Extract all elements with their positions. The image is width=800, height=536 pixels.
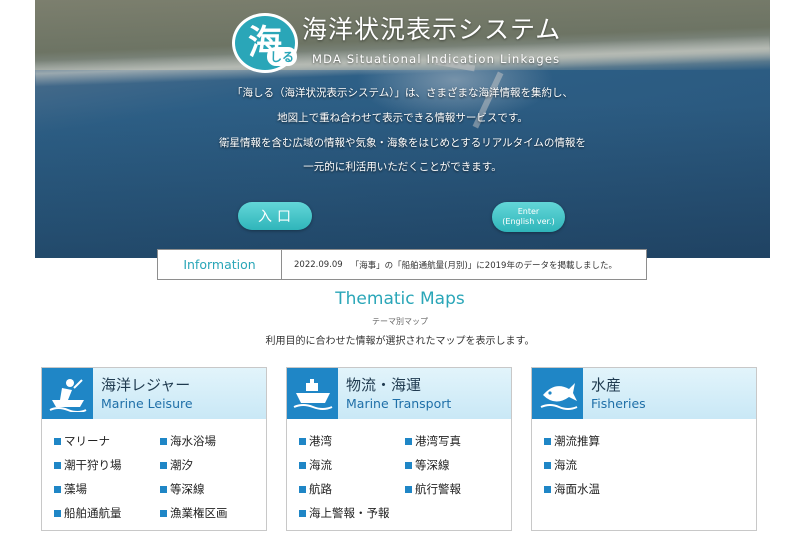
site-subtitle: MDA Situational Indication Linkages xyxy=(312,52,561,66)
card-header[interactable]: 海洋レジャー Marine Leisure xyxy=(42,368,266,419)
link-label: 潮干狩り場 xyxy=(64,458,122,472)
list-item[interactable]: 漁業権区画 xyxy=(160,505,266,521)
logo-kana: しる xyxy=(266,47,297,66)
link-label: 潮流推算 xyxy=(554,434,600,448)
list-item[interactable]: 港湾 xyxy=(299,433,405,449)
list-item[interactable]: マリーナ xyxy=(54,433,160,449)
card-fisheries: 水産 Fisheries 潮流推算 海流 海面水温 xyxy=(531,367,757,531)
intro-line: 「海しる（海洋状況表示システム）」は、さまざまな海洋情報を集約し、 xyxy=(232,87,573,99)
list-item[interactable]: 航路 xyxy=(299,481,405,497)
list-item[interactable]: 藻場 xyxy=(54,481,160,497)
card-title-jp: 海洋レジャー xyxy=(101,376,191,394)
intro-line: 衛星情報を含む広域の情報や気象・海象をはじめとするリアルタイムの情報を xyxy=(219,137,586,149)
card-header[interactable]: 水産 Fisheries xyxy=(532,368,756,419)
site-title: 海洋状況表示システム xyxy=(302,15,562,44)
intro-line: 地図上で重ね合わせて表示できる情報サービスです。 xyxy=(277,112,528,124)
english-enter-label: Enter xyxy=(517,207,540,216)
card-link-list: マリーナ 海水浴場 潮干狩り場 潮汐 藻場 等深線 船舶通航量 漁業権区画 xyxy=(42,419,266,531)
bullet-icon xyxy=(299,461,306,469)
bullet-icon xyxy=(160,461,167,469)
thematic-maps-title: Thematic Maps xyxy=(335,289,465,309)
bullet-icon xyxy=(544,485,551,493)
information-bar: Information 2022.09.09 「海事」の「船舶通航量(月別)」に… xyxy=(157,249,647,280)
link-label: 海水浴場 xyxy=(170,434,216,448)
link-label: 港湾 xyxy=(309,434,332,448)
link-label: 藻場 xyxy=(64,482,87,496)
link-label: 潮汐 xyxy=(170,458,193,472)
card-header[interactable]: 物流・海運 Marine Transport xyxy=(287,368,511,419)
bullet-icon xyxy=(54,509,61,517)
link-label: マリーナ xyxy=(64,434,110,448)
list-item[interactable]: 等深線 xyxy=(405,457,511,473)
intro-line: 一元的に利活用いただくことができます。 xyxy=(303,161,502,173)
bullet-icon xyxy=(405,437,412,445)
list-item[interactable]: 等深線 xyxy=(160,481,266,497)
boat-person-icon xyxy=(42,368,93,419)
card-link-list: 潮流推算 海流 海面水温 xyxy=(532,419,756,507)
list-item[interactable]: 潮干狩り場 xyxy=(54,457,160,473)
enter-button[interactable]: 入口 xyxy=(238,202,312,230)
link-label: 漁業権区画 xyxy=(170,506,228,520)
link-label: 航行警報 xyxy=(415,482,461,496)
card-title-jp: 水産 xyxy=(591,376,622,394)
card-marine-leisure: 海洋レジャー Marine Leisure マリーナ 海水浴場 潮干狩り場 潮汐… xyxy=(41,367,267,531)
bullet-icon xyxy=(299,485,306,493)
list-item[interactable]: 港湾写真 xyxy=(405,433,511,449)
link-label: 等深線 xyxy=(170,482,205,496)
link-label: 海流 xyxy=(554,458,577,472)
link-label: 航路 xyxy=(309,482,332,496)
list-item[interactable]: 海上警報・予報 xyxy=(299,505,405,521)
card-title-jp: 物流・海運 xyxy=(346,376,422,394)
bullet-icon xyxy=(160,509,167,517)
news-item[interactable]: 2022.09.09 「海事」の「船舶通航量(月別)」に2019年のデータを掲載… xyxy=(282,250,646,279)
list-item[interactable]: 潮汐 xyxy=(160,457,266,473)
list-item[interactable]: 航行警報 xyxy=(405,481,511,497)
news-text[interactable]: 「海事」の「船舶通航量(月別)」に2019年のデータを掲載しました。 xyxy=(351,259,617,271)
information-label: Information xyxy=(158,250,282,279)
bullet-icon xyxy=(54,437,61,445)
link-label: 海流 xyxy=(309,458,332,472)
english-enter-button[interactable]: Enter (English ver.) xyxy=(492,202,565,232)
logo[interactable]: 海 しる xyxy=(232,13,298,73)
list-item[interactable]: 海流 xyxy=(299,457,405,473)
list-item[interactable]: 海水浴場 xyxy=(160,433,266,449)
bullet-icon xyxy=(160,485,167,493)
bullet-icon xyxy=(544,437,551,445)
bullet-icon xyxy=(299,437,306,445)
bullet-icon xyxy=(160,437,167,445)
bullet-icon xyxy=(299,509,306,517)
card-link-list: 港湾 港湾写真 海流 等深線 航路 航行警報 海上警報・予報 xyxy=(287,419,511,531)
list-item[interactable]: 海面水温 xyxy=(544,481,744,497)
thematic-maps-subtitle: テーマ別マップ xyxy=(372,317,428,326)
link-label: 船舶通航量 xyxy=(64,506,122,520)
card-marine-transport: 物流・海運 Marine Transport 港湾 港湾写真 海流 等深線 航路… xyxy=(286,367,512,531)
bullet-icon xyxy=(405,485,412,493)
list-item[interactable]: 潮流推算 xyxy=(544,433,744,449)
link-label: 海上警報・予報 xyxy=(309,506,390,520)
link-label: 海面水温 xyxy=(554,482,600,496)
list-item[interactable]: 海流 xyxy=(544,457,744,473)
card-title-en: Fisheries xyxy=(591,396,646,411)
fish-icon xyxy=(532,368,583,419)
bullet-icon xyxy=(405,461,412,469)
link-label: 等深線 xyxy=(415,458,450,472)
card-title-en: Marine Transport xyxy=(346,396,452,411)
list-item[interactable]: 船舶通航量 xyxy=(54,505,160,521)
ship-icon xyxy=(287,368,338,419)
news-date: 2022.09.09 xyxy=(294,259,343,270)
english-version-label: (English ver.) xyxy=(502,217,555,226)
bullet-icon xyxy=(544,461,551,469)
bullet-icon xyxy=(54,461,61,469)
thematic-maps-description: 利用目的に合わせた情報が選択されたマップを表示します。 xyxy=(265,336,535,347)
card-title-en: Marine Leisure xyxy=(101,396,193,411)
bullet-icon xyxy=(54,485,61,493)
link-label: 港湾写真 xyxy=(415,434,461,448)
